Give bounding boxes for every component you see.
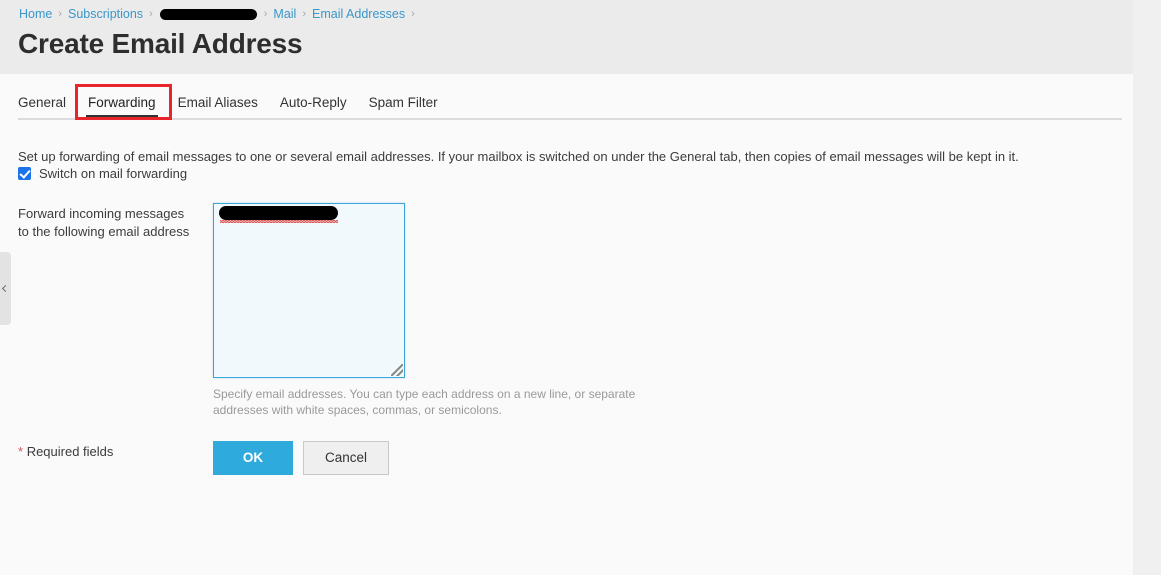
switch-on-mail-forwarding-row[interactable]: Switch on mail forwarding [18,166,187,181]
required-fields-label: Required fields [26,444,114,459]
textarea-resize-handle[interactable] [391,364,403,376]
forward-address-textarea[interactable] [213,203,405,378]
required-fields-note: * Required fields [18,444,113,459]
ok-button[interactable]: OK [213,441,293,475]
breadcrumb-separator: › [411,7,415,20]
forward-address-hint: Specify email addresses. You can type ea… [213,387,636,417]
breadcrumb-item-mail[interactable]: Mail [273,7,296,21]
breadcrumb-item-email-addresses[interactable]: Email Addresses [312,7,405,21]
required-asterisk: * [18,444,24,459]
breadcrumb-separator: › [263,7,268,20]
tab-divider [18,118,1122,120]
breadcrumb-separator: › [149,7,153,20]
forward-address-value-redacted [219,206,338,220]
tab-general[interactable]: General [18,88,77,118]
switch-on-mail-forwarding-checkbox[interactable] [18,167,31,180]
tab-auto-reply[interactable]: Auto-Reply [269,88,358,118]
forward-address-label: Forward incoming messages to the followi… [18,206,190,239]
breadcrumb-item-subscriptions[interactable]: Subscriptions [68,7,143,21]
chevron-left-icon [1,284,10,292]
breadcrumb-separator: › [302,7,306,20]
sidebar-collapse-handle[interactable] [0,252,11,325]
breadcrumb-item-redacted[interactable] [159,8,257,20]
page-panel: Home › Subscriptions › › Mail › Email Ad… [0,0,1133,575]
page-title: Create Email Address [18,28,303,59]
cancel-button[interactable]: Cancel [303,441,389,475]
tab-email-aliases[interactable]: Email Aliases [167,88,269,118]
breadcrumb: Home › Subscriptions › › Mail › Email Ad… [19,6,421,22]
breadcrumb-separator: › [58,7,63,20]
forwarding-description: Set up forwarding of email messages to o… [18,149,1019,164]
tab-forwarding[interactable]: Forwarding [77,88,167,118]
tab-bar: General Forwarding Email Aliases Auto-Re… [0,88,1133,120]
spellcheck-squiggle [220,220,338,223]
breadcrumb-item-home[interactable]: Home [19,7,52,21]
switch-on-mail-forwarding-label: Switch on mail forwarding [39,166,188,181]
tab-spam-filter[interactable]: Spam Filter [358,88,449,118]
